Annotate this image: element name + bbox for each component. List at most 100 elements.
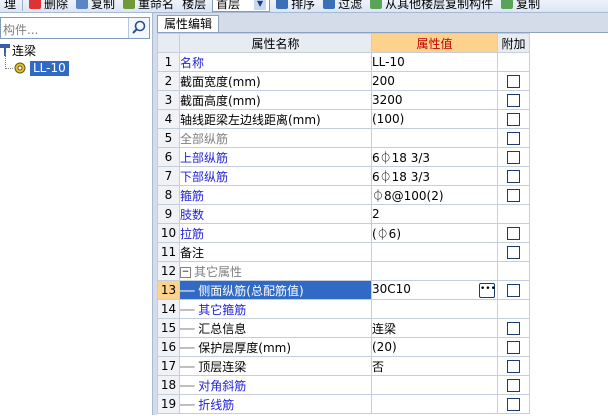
property-value[interactable] [371,128,498,148]
property-name-label: 拉筋 [180,226,205,241]
property-name[interactable]: 上部纵筋 [179,147,372,167]
copy-from-floor-button[interactable]: 从其他楼层复制构件 [366,0,497,12]
row-number: 4 [157,109,180,129]
property-name[interactable]: 拉筋 [179,223,372,243]
property-name[interactable]: ── 汇总信息 [179,318,372,338]
property-value[interactable]: 200 [371,71,498,91]
table-row[interactable]: 15 ── 汇总信息 连梁 [157,318,530,338]
property-value[interactable]: 30C10 ••• [371,280,498,300]
table-row[interactable]: 18 ── 对角斜筋 [157,375,530,395]
attach-checkbox[interactable] [507,94,520,107]
attach-checkbox[interactable] [507,398,520,411]
property-name[interactable]: ── 侧面纵筋(总配筋值) [179,280,372,300]
attach-checkbox[interactable] [507,151,520,164]
property-name[interactable]: ── 折线筋 [179,394,372,414]
property-value[interactable]: 6⏀18 3/3 [371,147,498,167]
property-value[interactable]: 否 [371,356,498,376]
property-name[interactable]: 箍筋 [179,185,372,205]
ellipsis-button[interactable]: ••• [479,283,496,298]
property-name[interactable]: 肢数 [179,204,372,224]
search-input[interactable]: 构件... [0,17,150,39]
row-number: 10 [157,223,180,243]
table-row[interactable]: 1 名称 LL-10 [157,52,530,72]
attach-checkbox[interactable] [507,284,520,297]
sort-button[interactable]: 排序 [272,0,319,12]
property-name[interactable]: 下部纵筋 [179,166,372,186]
copy-button[interactable]: 复制 [72,0,119,12]
table-row[interactable]: 13 ── 侧面纵筋(总配筋值) 30C10 ••• [157,280,530,300]
property-value[interactable]: LL-10 [371,52,498,72]
attach-checkbox[interactable] [507,322,520,335]
table-row[interactable]: 4 轴线距梁左边线距离(mm) (100) [157,109,530,129]
rename-button[interactable]: 重命名 [119,0,178,12]
attach-cell [497,223,530,243]
table-row[interactable]: 3 截面高度(mm) 3200 [157,90,530,110]
property-name[interactable]: ── 对角斜筋 [179,375,372,395]
table-row[interactable]: 8 箍筋 ⏀8@100(2) [157,185,530,205]
attach-checkbox[interactable] [507,341,520,354]
attach-checkbox[interactable] [507,360,520,373]
property-name[interactable]: 备注 [179,242,372,262]
attach-checkbox[interactable] [507,379,520,392]
tree-item-selected[interactable]: LL-10 [10,59,69,77]
property-name[interactable]: − 其它属性 [179,261,372,281]
attach-checkbox[interactable] [507,227,520,240]
attach-checkbox[interactable] [507,246,520,259]
floor-select[interactable]: 首层 ▼ [212,0,271,12]
property-value[interactable] [371,375,498,395]
property-name[interactable]: 截面宽度(mm) [179,71,372,91]
collapse-icon[interactable]: − [180,266,191,278]
table-row[interactable]: 11 备注 [157,242,530,262]
filter-button[interactable]: 过滤 [319,0,366,12]
property-value[interactable] [371,261,498,281]
attach-checkbox[interactable] [507,113,520,126]
property-value-text: LL-10 [372,55,405,69]
toolbar-item-0[interactable]: 理 [0,0,20,12]
property-value[interactable] [371,299,498,319]
table-row[interactable]: 7 下部纵筋 6⏀18 3/3 [157,166,530,186]
property-name[interactable]: 截面高度(mm) [179,90,372,110]
attach-cell [497,128,530,148]
attach-checkbox[interactable] [507,189,520,202]
property-value[interactable]: 连梁 [371,318,498,338]
property-name[interactable]: 全部纵筋 [179,128,372,148]
property-value[interactable]: (⏀6) [371,223,498,243]
attach-checkbox[interactable] [507,132,520,145]
search-button[interactable] [128,18,149,38]
table-row[interactable]: 14 ── 其它箍筋 [157,299,530,319]
table-row[interactable]: 12− 其它属性 [157,261,530,281]
tree-root-label: 连梁 [12,43,37,58]
property-value[interactable] [371,242,498,262]
attach-cell [497,242,530,262]
tab-property-edit[interactable]: 属性编辑 [157,15,220,32]
property-value[interactable]: ⏀8@100(2) [371,185,498,205]
header-value: 属性值 [371,33,498,53]
delete-button[interactable]: 删除 [25,0,72,12]
table-row[interactable]: 9 肢数 2 [157,204,530,224]
property-name[interactable]: 名称 [179,52,372,72]
tree-indent-icon: ── [180,302,199,317]
property-name-label: 截面宽度(mm) [180,74,261,89]
property-name[interactable]: ── 顶层连梁 [179,356,372,376]
property-name[interactable]: 轴线距梁左边线距离(mm) [179,109,372,129]
table-row[interactable]: 2 截面宽度(mm) 200 [157,71,530,91]
copy-to-button[interactable]: 复制 [497,0,544,12]
property-value[interactable] [371,394,498,414]
property-name[interactable]: ── 保护层厚度(mm) [179,337,372,357]
property-value[interactable]: (100) [371,109,498,129]
table-row[interactable]: 6 上部纵筋 6⏀18 3/3 [157,147,530,167]
table-row[interactable]: 5 全部纵筋 [157,128,530,148]
table-row[interactable]: 17 ── 顶层连梁否 [157,356,530,376]
property-value[interactable]: 2 [371,204,498,224]
row-number: 17 [157,356,180,376]
table-row[interactable]: 16 ── 保护层厚度(mm) (20) [157,337,530,357]
table-row[interactable]: 10 拉筋 (⏀6) [157,223,530,243]
property-value[interactable]: (20) [371,337,498,357]
property-name[interactable]: ── 其它箍筋 [179,299,372,319]
table-row[interactable]: 19 ── 折线筋 [157,394,530,414]
attach-checkbox[interactable] [507,170,520,183]
rename-icon [123,0,136,9]
property-value[interactable]: 6⏀18 3/3 [371,166,498,186]
property-value[interactable]: 3200 [371,90,498,110]
attach-checkbox[interactable] [507,75,520,88]
